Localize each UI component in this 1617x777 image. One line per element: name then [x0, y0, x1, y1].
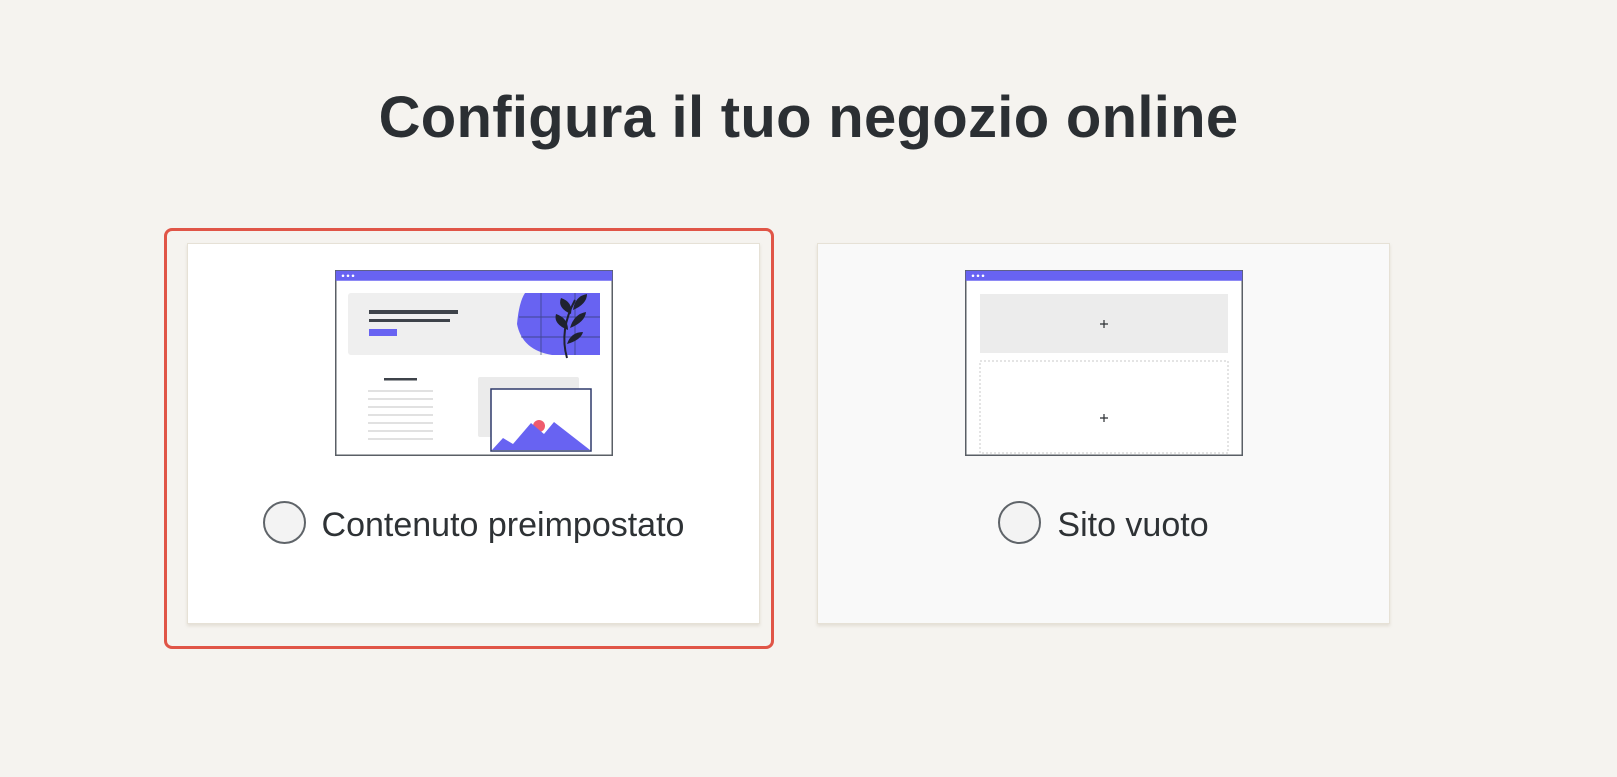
- radio-blank-site[interactable]: [998, 501, 1042, 544]
- option-blank-label-row[interactable]: Sito vuoto: [818, 501, 1389, 550]
- page-title: Configura il tuo negozio online: [378, 85, 1239, 150]
- prefilled-site-preview-icon: [335, 270, 613, 456]
- option-card-blank-site[interactable]: Sito vuoto: [817, 243, 1390, 624]
- option-preset-label: Contenuto preimpostato: [321, 506, 685, 544]
- radio-preset-content[interactable]: [262, 501, 306, 544]
- option-card-preset-content[interactable]: Contenuto preimpostato: [187, 243, 760, 624]
- blank-site-preview-icon: [965, 270, 1243, 456]
- option-blank-label: Sito vuoto: [1057, 506, 1209, 544]
- option-preset-label-row[interactable]: Contenuto preimpostato: [188, 501, 759, 550]
